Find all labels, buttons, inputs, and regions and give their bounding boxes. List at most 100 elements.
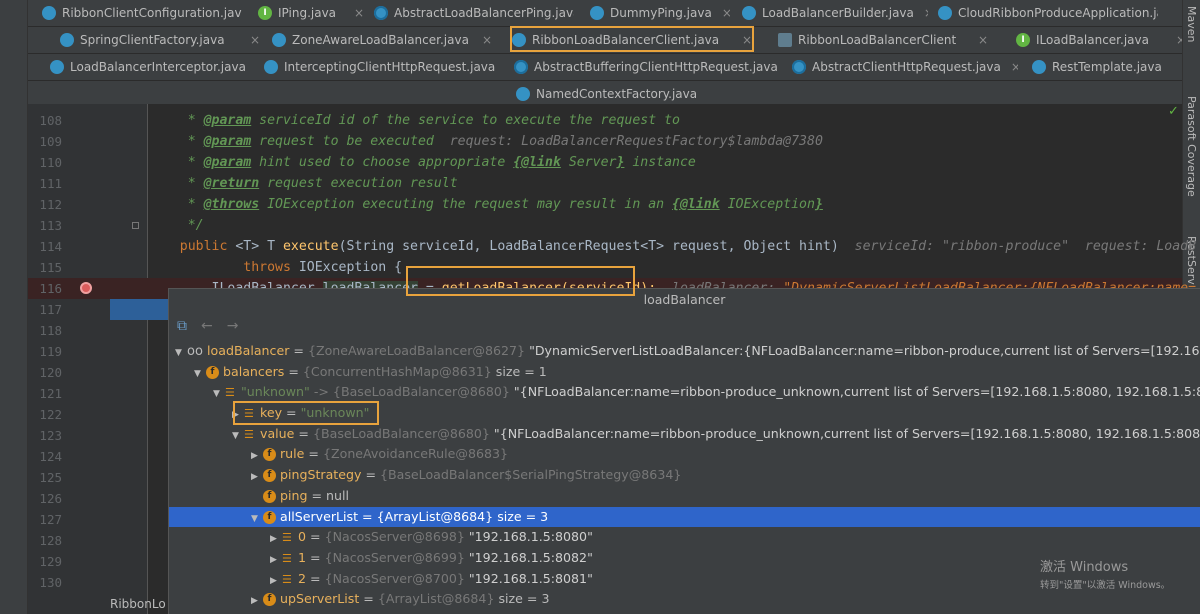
tab-label: AbstractBufferingClientHttpRequest.java: [534, 60, 778, 74]
expand-arrow-icon[interactable]: ▶: [270, 550, 282, 569]
close-tab-icon[interactable]: ×: [240, 33, 260, 47]
code-line[interactable]: 112 * @throws IOException executing the …: [28, 194, 1182, 215]
code-line[interactable]: 114 public <T> T execute(String serviceI…: [28, 236, 1196, 257]
maven-tool-tab[interactable]: Maven: [1185, 6, 1198, 42]
tree-row[interactable]: ▶fallServerLock = {ReentrantReadWriteLoc…: [169, 610, 1200, 614]
editor-tab[interactable]: InterceptingClientHttpRequest.java×: [264, 54, 500, 80]
editor-tab[interactable]: LoadBalancerInterceptor.java×: [50, 54, 246, 80]
tree-row[interactable]: ▼ f balancers = {ConcurrentHashMap@8631} s…: [169, 362, 1200, 383]
close-tab-icon[interactable]: ×: [344, 6, 364, 20]
editor-tab[interactable]: LoadBalancerBuilder.java×: [742, 0, 928, 26]
close-tab-icon[interactable]: ×: [968, 33, 988, 47]
line-number: 129: [39, 554, 62, 569]
expand-arrow-icon[interactable]: ▶: [251, 467, 263, 486]
popup-pin-icon[interactable]: ⧉: [177, 318, 187, 334]
class-file-icon: [50, 60, 64, 74]
editor-tab[interactable]: AbstractBufferingClientHttpRequest.java×: [514, 54, 778, 80]
code-line[interactable]: 110 * @param hint used to choose appropr…: [28, 152, 1182, 173]
editor-tab[interactable]: I IPing.java ×: [258, 0, 364, 26]
code-line[interactable]: 111 * @return request execution result: [28, 173, 1182, 194]
entry-list-icon: ☰: [225, 386, 235, 400]
editor-tab[interactable]: CloudRibbonProduceApplication.java×: [938, 0, 1158, 26]
code-line[interactable]: 109 * @param request to be executed requ…: [28, 131, 1182, 152]
line-number: 121: [39, 386, 62, 401]
tree-row[interactable]: ▼ ☰ value = {BaseLoadBalancer@8680} "{NFLo…: [169, 424, 1200, 445]
close-tab-icon[interactable]: ×: [732, 33, 752, 47]
code-line[interactable]: 108 * @param serviceId id of the service…: [28, 110, 1182, 131]
code-line[interactable]: 113 */: [28, 215, 1182, 236]
tree-row[interactable]: ▶ f upServerList = {ArrayList@8684} size =…: [169, 589, 1200, 610]
expand-arrow-icon[interactable]: ▶: [270, 529, 282, 548]
editor-tab[interactable]: AbstractLoadBalancerPing.java×: [374, 0, 574, 26]
equals-sign: =: [306, 529, 325, 545]
close-tab-icon[interactable]: ×: [914, 6, 928, 20]
tab-label: AbstractLoadBalancerPing.java: [394, 6, 574, 20]
breakpoint-icon[interactable]: [80, 282, 92, 294]
fold-marker-icon[interactable]: [132, 222, 139, 229]
editor-tab[interactable]: ZoneAwareLoadBalancer.java ×: [272, 27, 492, 53]
line-number: 119: [39, 344, 62, 359]
tree-row[interactable]: f ping = null: [169, 486, 1200, 507]
editor-tab[interactable]: DummyPing.java ×: [590, 0, 730, 26]
tree-row[interactable]: ▼ oo loadBalancer = {ZoneAwareLoadBalance…: [169, 341, 1200, 362]
line-number: 111: [39, 176, 62, 191]
variable-reference: {ArrayList@8684}: [376, 508, 494, 524]
close-tab-icon[interactable]: ×: [472, 33, 492, 47]
editor-tab[interactable]: AbstractClientHttpRequest.java ×: [792, 54, 1018, 80]
expand-arrow-icon[interactable]: ▶: [251, 591, 263, 610]
close-tab-icon[interactable]: ×: [712, 6, 730, 20]
entry-list-icon: ☰: [282, 572, 292, 586]
code-line[interactable]: 115 throws IOException {: [28, 257, 1182, 278]
line-number: 116: [39, 281, 62, 296]
expand-arrow-icon[interactable]: ▶: [232, 405, 244, 424]
code-text: * @param hint used to choose appropriate…: [148, 155, 696, 170]
collapse-arrow-icon[interactable]: ▼: [194, 364, 206, 383]
bottom-tool-tab[interactable]: RibbonLo: [110, 594, 168, 614]
variable-name: value: [260, 425, 295, 441]
tab-label: ZoneAwareLoadBalancer.java: [292, 33, 469, 47]
tree-row[interactable]: ▶ f pingStrategy = {BaseLoadBalancer$Seria…: [169, 465, 1200, 486]
equals-sign: =: [306, 549, 325, 565]
editor-tab[interactable]: I ILoadBalancer.java ×: [1016, 27, 1186, 53]
close-tab-icon[interactable]: ×: [1001, 60, 1018, 74]
tree-row[interactable]: ▶ f rule = {ZoneAvoidanceRule@8683}: [169, 444, 1200, 465]
editor-tab[interactable]: RestTemplate.java×: [1032, 54, 1172, 80]
forward-arrow-icon[interactable]: →: [227, 318, 239, 334]
collapse-arrow-icon[interactable]: ▼: [213, 384, 225, 403]
tree-row[interactable]: ▶ ☰ key = "unknown": [169, 403, 1200, 424]
editor-tab[interactable]: RibbonClientConfiguration.java×: [42, 0, 242, 26]
variable-reference: {BaseLoadBalancer$SerialPingStrategy@863…: [380, 467, 682, 483]
code-text: * @param request to be executed request:…: [148, 134, 823, 149]
back-arrow-icon[interactable]: ←: [201, 318, 213, 334]
close-tab-icon[interactable]: ×: [1162, 60, 1173, 74]
equals-sign: =: [361, 467, 380, 483]
class-file-icon: [516, 87, 530, 101]
collapse-arrow-icon[interactable]: ▼: [232, 426, 244, 445]
variable-value: "192.168.1.5:8080": [464, 529, 593, 545]
tree-row[interactable]: ▼ f allServerList = {ArrayList@8684} size …: [169, 506, 1200, 528]
entry-list-icon: ☰: [282, 551, 292, 565]
tab-row: RibbonClientConfiguration.java× IIPing.ja…: [28, 0, 1182, 27]
variable-reference: {NacosServer@8698}: [324, 529, 465, 545]
editor-tab[interactable]: RibbonLoadBalancerClient.java ×: [512, 27, 752, 53]
expand-arrow-icon[interactable]: ▶: [251, 446, 263, 465]
variable-reference: {ConcurrentHashMap@8631}: [302, 363, 492, 379]
editor-tab[interactable]: RibbonLoadBalancerClient ×: [778, 27, 988, 53]
variable-name: "unknown": [241, 384, 310, 400]
editor-tab[interactable]: SpringClientFactory.java ×: [60, 27, 260, 53]
interface-file-icon: I: [258, 6, 272, 20]
variable-name: upServerList: [280, 591, 360, 607]
expand-arrow-icon[interactable]: ▶: [270, 571, 282, 590]
class-file-icon: [374, 6, 388, 20]
tree-row[interactable]: ▼ ☰ "unknown" -> {BaseLoadBalancer@8680} "…: [169, 382, 1200, 403]
line-number: 126: [39, 491, 62, 506]
line-number: 114: [39, 239, 62, 254]
line-number: 120: [39, 365, 62, 380]
variable-name: loadBalancer: [207, 343, 290, 358]
collapse-arrow-icon[interactable]: ▼: [251, 509, 263, 528]
variable-name: balancers: [223, 363, 285, 379]
close-tab-icon[interactable]: ×: [495, 60, 500, 74]
tree-row[interactable]: ▶ ☰ 0 = {NacosServer@8698} "192.168.1.5:80…: [169, 527, 1200, 548]
parasoft-coverage-tool-tab[interactable]: Parasoft Coverage: [1185, 96, 1198, 197]
collapse-arrow-icon[interactable]: ▼: [175, 343, 187, 362]
